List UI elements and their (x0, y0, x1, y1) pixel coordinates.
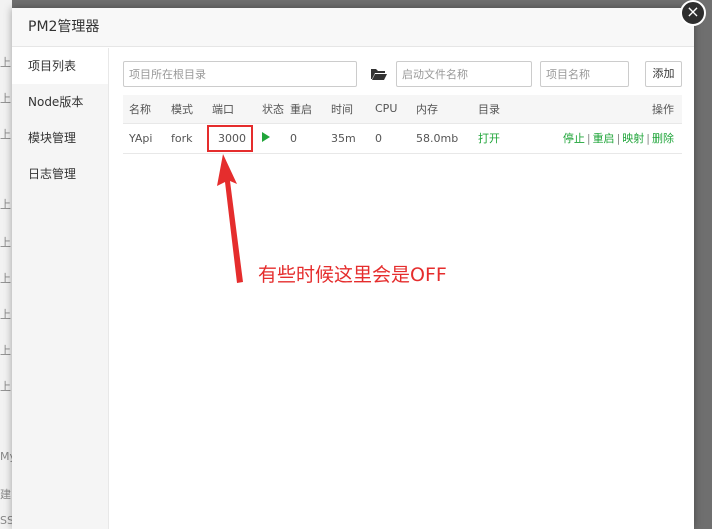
background-page-strip: 上 上 上 上 上 上 上 上 上 My 建 SS (0, 0, 16, 529)
annotation-arrow-icon (217, 154, 243, 283)
bg-fragment: 上 (0, 236, 11, 249)
bg-fragment: 上 (0, 380, 11, 393)
cell-memory: 58.0mb (410, 122, 472, 154)
column-header-time: 时间 (331, 102, 353, 116)
map-link[interactable]: 映射 (622, 132, 644, 145)
annotation-text: 有些时候这里会是OFF (258, 264, 447, 286)
table-header-row: 名称 模式 端口 状态 重启 时间 CPU 内存 目录 操作 (123, 95, 682, 123)
cell-directory: 打开 (472, 122, 538, 154)
bg-fragment: 上 (0, 272, 11, 285)
cell-port: 3000 (206, 122, 256, 154)
bg-fragment: 上 (0, 344, 11, 357)
column-header-directory: 目录 (478, 102, 500, 116)
open-directory-link[interactable]: 打开 (478, 132, 500, 145)
column-header-port: 端口 (212, 102, 234, 116)
cell-actions: 停止 | 重启 | 映射 | 删除 (538, 122, 682, 154)
column-header-cpu: CPU (375, 102, 398, 116)
column-header-status: 状态 (262, 102, 284, 116)
modal-title: PM2管理器 (28, 19, 100, 35)
play-icon (262, 131, 270, 142)
project-name-input[interactable] (540, 61, 629, 87)
cell-name: YApi (123, 122, 165, 154)
cell-cpu: 0 (369, 122, 410, 154)
main-content: 添加 名称 模式 端口 状态 重启 时间 CPU 内存 目录 操 (123, 48, 694, 529)
bg-fragment: 上 (0, 198, 11, 211)
column-header-actions: 操作 (652, 102, 674, 116)
add-button[interactable]: 添加 (645, 61, 682, 87)
sidebar-item-module-management[interactable]: 模块管理 (12, 120, 108, 156)
sidebar-item-project-list[interactable]: 项目列表 (12, 48, 108, 84)
action-separator: | (646, 132, 650, 145)
close-icon[interactable]: × (680, 0, 706, 26)
bg-fragment: 上 (0, 92, 11, 105)
cell-mode: fork (165, 122, 206, 154)
folder-open-icon[interactable] (370, 65, 388, 83)
bg-fragment: 上 (0, 128, 11, 141)
bg-fragment: 上 (0, 56, 11, 69)
restart-link[interactable]: 重启 (593, 132, 615, 145)
port-highlight-box (207, 124, 253, 152)
project-dir-input[interactable] (123, 61, 357, 87)
delete-link[interactable]: 删除 (652, 132, 674, 145)
sidebar: 项目列表 Node版本 模块管理 日志管理 (12, 48, 109, 529)
sidebar-item-node-version[interactable]: Node版本 (12, 84, 108, 120)
project-table: 名称 模式 端口 状态 重启 时间 CPU 内存 目录 操作 YApi fork (123, 95, 682, 154)
bg-fragment: 建 (0, 488, 11, 501)
sidebar-item-log-management[interactable]: 日志管理 (12, 156, 108, 192)
modal-header: PM2管理器 (12, 8, 694, 47)
column-header-memory: 内存 (416, 102, 438, 116)
cell-restart: 0 (284, 122, 325, 154)
column-header-restart: 重启 (290, 102, 312, 116)
column-header-name: 名称 (129, 102, 151, 116)
cell-time: 35m (325, 122, 369, 154)
cell-status (256, 122, 284, 154)
bg-fragment: 上 (0, 308, 11, 321)
toolbar: 添加 (123, 61, 683, 87)
column-header-mode: 模式 (171, 102, 193, 116)
start-file-input[interactable] (396, 61, 532, 87)
table-row: YApi fork 3000 0 35m 0 58.0mb 打开 停止 | 重启… (123, 122, 682, 154)
action-separator: | (586, 132, 591, 145)
stop-link[interactable]: 停止 (563, 132, 585, 145)
